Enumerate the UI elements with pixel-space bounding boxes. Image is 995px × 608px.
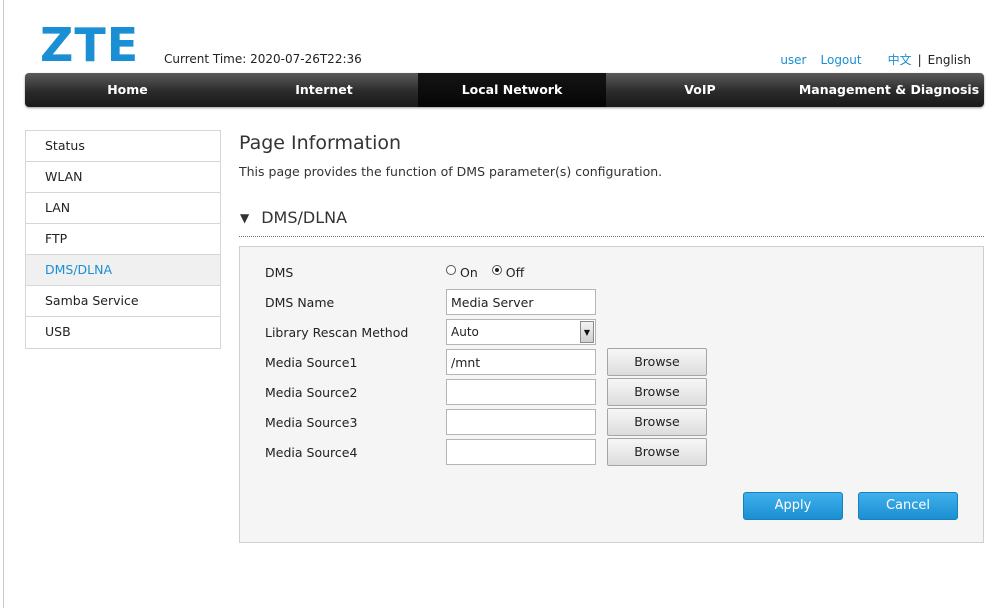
lang-separator: | (917, 52, 922, 67)
collapse-triangle-icon[interactable]: ▼ (240, 211, 249, 225)
sidebar-item-wlan[interactable]: WLAN (26, 162, 220, 193)
dms-off-radio[interactable] (491, 265, 502, 275)
rescan-label: Library Rescan Method (265, 324, 409, 340)
media-source-3-label: Media Source3 (265, 414, 358, 430)
sidebar-item-ftp[interactable]: FTP (26, 224, 220, 255)
nav-home[interactable]: Home (25, 73, 230, 107)
media-source-4-row: Media Source4 Browse (265, 438, 965, 466)
lang-chinese-link[interactable]: 中文 (888, 51, 912, 68)
media-source-4-browse-button[interactable]: Browse (607, 438, 707, 466)
dms-settings-panel: DMS On Off DMS Name Library Rescan Metho… (239, 246, 984, 543)
nav-internet[interactable]: Internet (230, 73, 418, 107)
media-source-1-input[interactable] (446, 349, 596, 375)
rescan-method-select[interactable]: Auto ▼ (446, 319, 596, 345)
media-source-3-input[interactable] (446, 409, 596, 435)
page-left-border (3, 0, 4, 608)
zte-logo: ZTE (40, 18, 140, 72)
media-source-3-browse-button[interactable]: Browse (607, 408, 707, 436)
dms-name-row: DMS Name (265, 289, 965, 315)
media-source-2-row: Media Source2 Browse (265, 378, 965, 406)
sidebar-item-dms-dlna[interactable]: DMS/DLNA (26, 255, 220, 286)
main-nav: Home Internet Local Network VoIP Managem… (25, 73, 984, 107)
section-header[interactable]: ▼ DMS/DLNA (240, 208, 347, 227)
nav-management-diagnosis[interactable]: Management & Diagnosis (794, 73, 984, 107)
rescan-row: Library Rescan Method Auto ▼ (265, 319, 965, 345)
logout-link[interactable]: Logout (821, 53, 862, 67)
nav-local-network[interactable]: Local Network (418, 73, 606, 107)
dropdown-arrow-icon[interactable]: ▼ (580, 321, 594, 343)
dms-on-label[interactable]: On (460, 265, 478, 280)
rescan-selected-value: Auto (451, 325, 479, 339)
media-source-2-input[interactable] (446, 379, 596, 405)
dms-off-label[interactable]: Off (506, 265, 524, 280)
cancel-button[interactable]: Cancel (858, 492, 958, 520)
dms-label: DMS (265, 264, 294, 280)
section-divider (239, 236, 984, 237)
media-source-4-input[interactable] (446, 439, 596, 465)
sidebar: Status WLAN LAN FTP DMS/DLNA Samba Servi… (25, 130, 221, 349)
current-time: Current Time: 2020-07-26T22:36 (164, 52, 362, 66)
nav-voip[interactable]: VoIP (606, 73, 794, 107)
sidebar-item-lan[interactable]: LAN (26, 193, 220, 224)
media-source-3-row: Media Source3 Browse (265, 408, 965, 436)
top-links: user Logout 中文 | English (780, 51, 971, 68)
dms-row: DMS On Off (265, 259, 965, 285)
sidebar-item-usb[interactable]: USB (26, 317, 220, 348)
media-source-2-browse-button[interactable]: Browse (607, 378, 707, 406)
sidebar-item-status[interactable]: Status (26, 131, 220, 162)
page-description: This page provides the function of DMS p… (239, 164, 663, 179)
lang-english-link[interactable]: English (928, 53, 971, 67)
page-title: Page Information (239, 132, 402, 154)
user-link[interactable]: user (780, 53, 806, 67)
dms-name-label: DMS Name (265, 294, 335, 310)
dms-on-radio[interactable] (446, 265, 456, 275)
media-source-1-browse-button[interactable]: Browse (607, 348, 707, 376)
dms-name-input[interactable] (446, 289, 596, 315)
apply-button[interactable]: Apply (743, 492, 843, 520)
section-title: DMS/DLNA (261, 208, 348, 227)
dms-radio-group: On Off (446, 265, 538, 280)
media-source-1-label: Media Source1 (265, 354, 358, 370)
media-source-4-label: Media Source4 (265, 444, 358, 460)
media-source-2-label: Media Source2 (265, 384, 358, 400)
sidebar-item-samba-service[interactable]: Samba Service (26, 286, 220, 317)
media-source-1-row: Media Source1 Browse (265, 348, 965, 376)
